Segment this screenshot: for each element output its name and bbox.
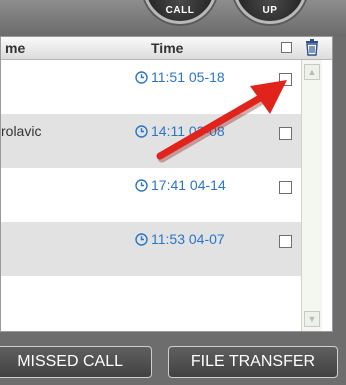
table-row[interactable]: 11:51 05-18 bbox=[1, 60, 301, 114]
call-time: 11:51 05-18 bbox=[135, 69, 225, 85]
name-column-header[interactable]: me bbox=[5, 40, 25, 56]
time-column-header[interactable]: Time bbox=[151, 40, 183, 56]
row-checkbox[interactable] bbox=[279, 235, 292, 248]
select-all-checkbox[interactable] bbox=[281, 42, 292, 53]
file-transfer-button[interactable]: FILE TRANSFER bbox=[168, 346, 338, 378]
top-bar: CALL UP bbox=[0, 0, 346, 36]
call-time-text: 14:11 03-08 bbox=[151, 123, 225, 139]
up-button[interactable]: UP bbox=[233, 0, 307, 24]
row-checkbox[interactable] bbox=[279, 73, 292, 86]
call-button[interactable]: CALL bbox=[143, 0, 217, 24]
clock-icon bbox=[135, 125, 148, 138]
table-row[interactable]: 17:41 04-14 bbox=[1, 168, 301, 222]
list-header: me Time bbox=[1, 37, 332, 60]
table-row[interactable]: rolavic 14:11 03-08 bbox=[1, 114, 301, 168]
call-time: 14:11 03-08 bbox=[135, 123, 225, 139]
trash-icon[interactable] bbox=[305, 39, 319, 56]
call-time-text: 11:51 05-18 bbox=[151, 69, 225, 85]
row-checkbox[interactable] bbox=[279, 127, 292, 140]
missed-call-button[interactable]: MISSED CALL bbox=[0, 346, 152, 378]
scroll-down-arrow-icon[interactable]: ▼ bbox=[304, 311, 320, 327]
call-time-text: 17:41 04-14 bbox=[151, 177, 226, 193]
call-history-list: me Time 11:51 05-18 rolavic 14:11 03-08 … bbox=[0, 36, 333, 332]
table-row[interactable]: 11:53 04-07 bbox=[1, 222, 301, 276]
call-time: 17:41 04-14 bbox=[135, 177, 226, 193]
row-checkbox[interactable] bbox=[279, 181, 292, 194]
vertical-scrollbar[interactable]: ▲ ▼ bbox=[301, 60, 322, 331]
clock-icon bbox=[135, 71, 148, 84]
clock-icon bbox=[135, 233, 148, 246]
call-time: 11:53 04-07 bbox=[135, 231, 225, 247]
contact-name: rolavic bbox=[1, 123, 42, 139]
call-time-text: 11:53 04-07 bbox=[151, 231, 225, 247]
clock-icon bbox=[135, 179, 148, 192]
scroll-up-arrow-icon[interactable]: ▲ bbox=[304, 64, 320, 80]
